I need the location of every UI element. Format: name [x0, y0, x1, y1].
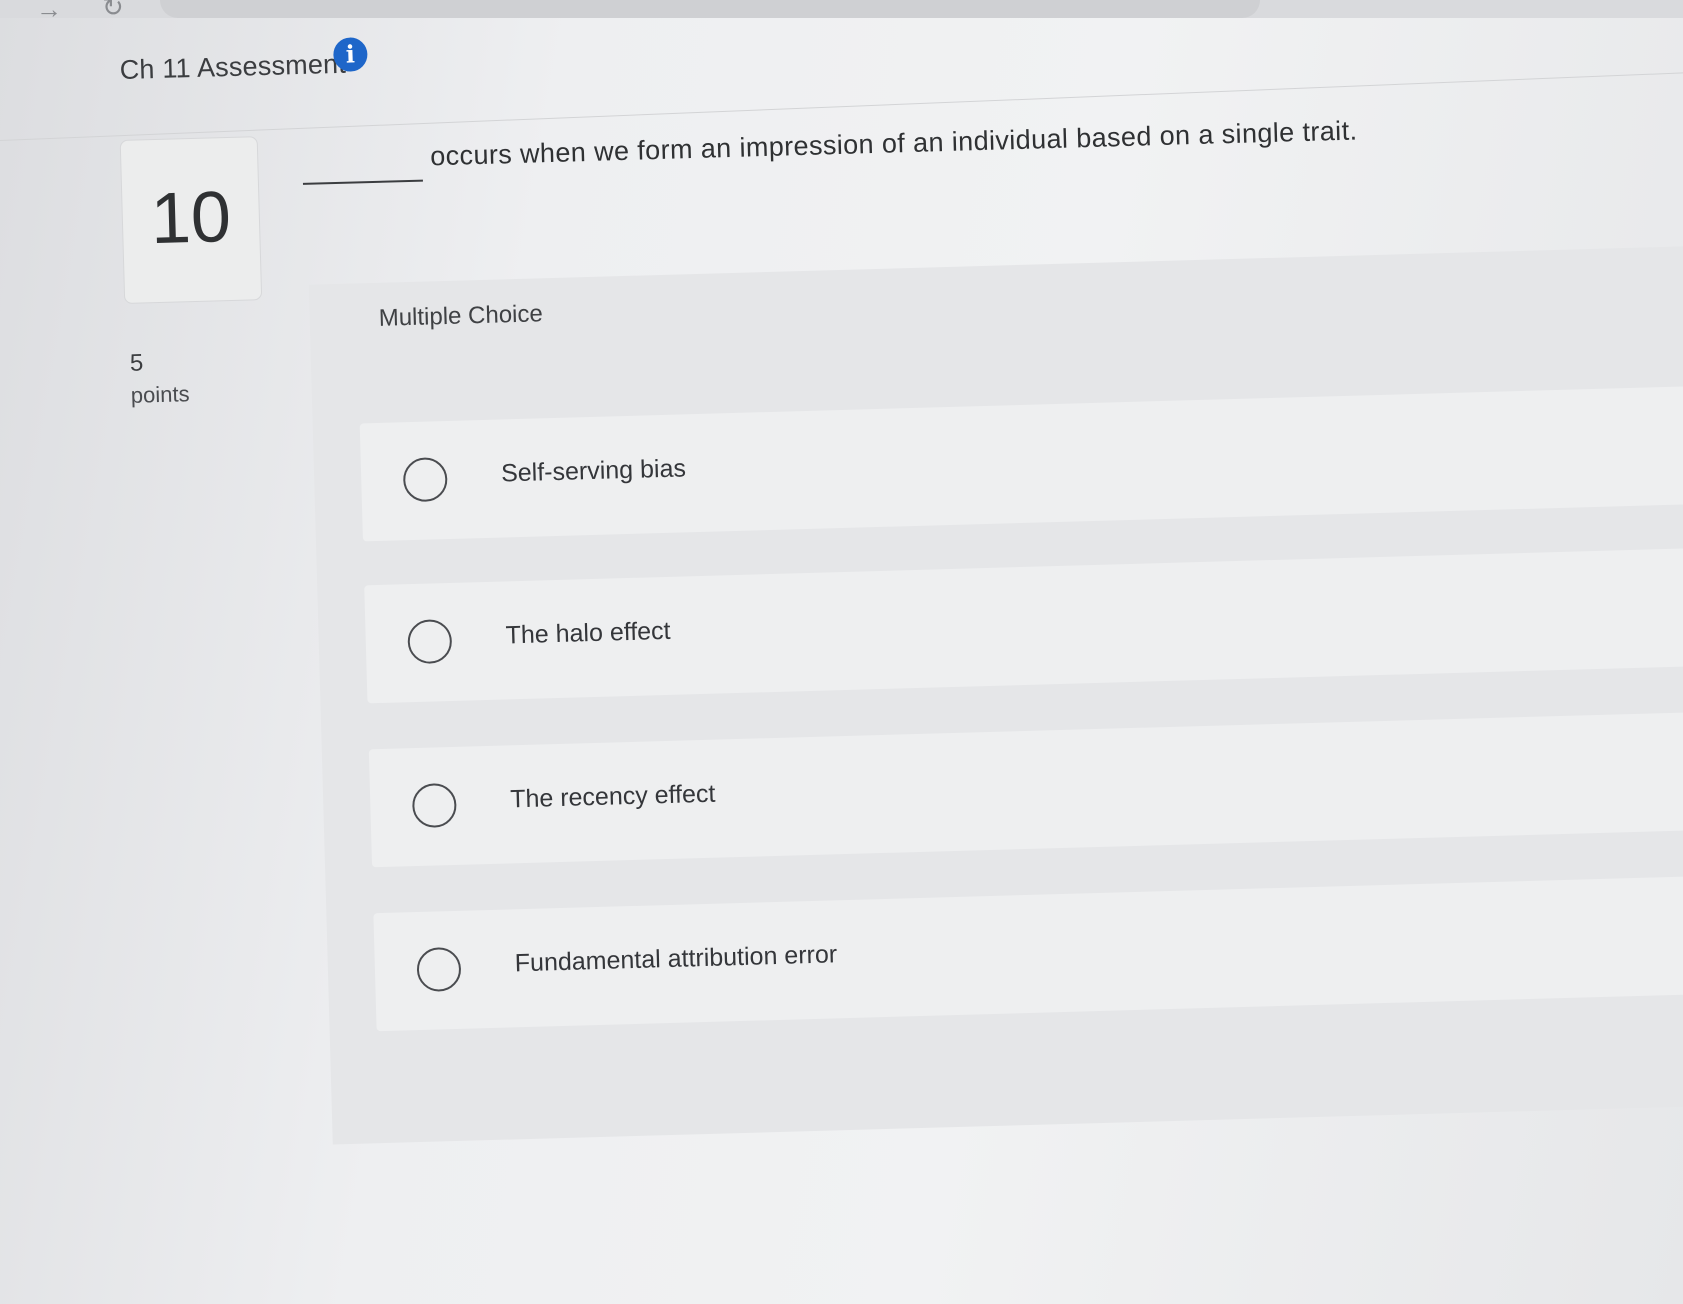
- page-title: Ch 11 Assessment: [119, 48, 347, 85]
- radio-button[interactable]: [416, 946, 462, 993]
- option-label[interactable]: Fundamental attribution error: [514, 940, 837, 978]
- radio-button[interactable]: [411, 782, 457, 829]
- screen: → ↻ Ch 11 Assessment i 10 5 points occur…: [0, 0, 1683, 1304]
- points-value: 5: [129, 349, 144, 377]
- question-number: 10: [149, 176, 233, 260]
- option-label[interactable]: Self-serving bias: [501, 454, 687, 488]
- points-label: points: [130, 381, 190, 408]
- question-type-label: Multiple Choice: [378, 300, 544, 332]
- info-icon[interactable]: i: [332, 37, 368, 73]
- radio-button[interactable]: [407, 618, 453, 665]
- fill-in-blank-line: [302, 179, 423, 185]
- question-text: occurs when we form an impression of an …: [429, 115, 1358, 172]
- option-label[interactable]: The recency effect: [510, 780, 716, 815]
- option-label[interactable]: The halo effect: [505, 617, 671, 651]
- assessment-page: Ch 11 Assessment i 10 5 points occurs wh…: [0, 0, 1683, 1304]
- question-number-box: 10: [119, 136, 263, 304]
- radio-button[interactable]: [402, 457, 448, 503]
